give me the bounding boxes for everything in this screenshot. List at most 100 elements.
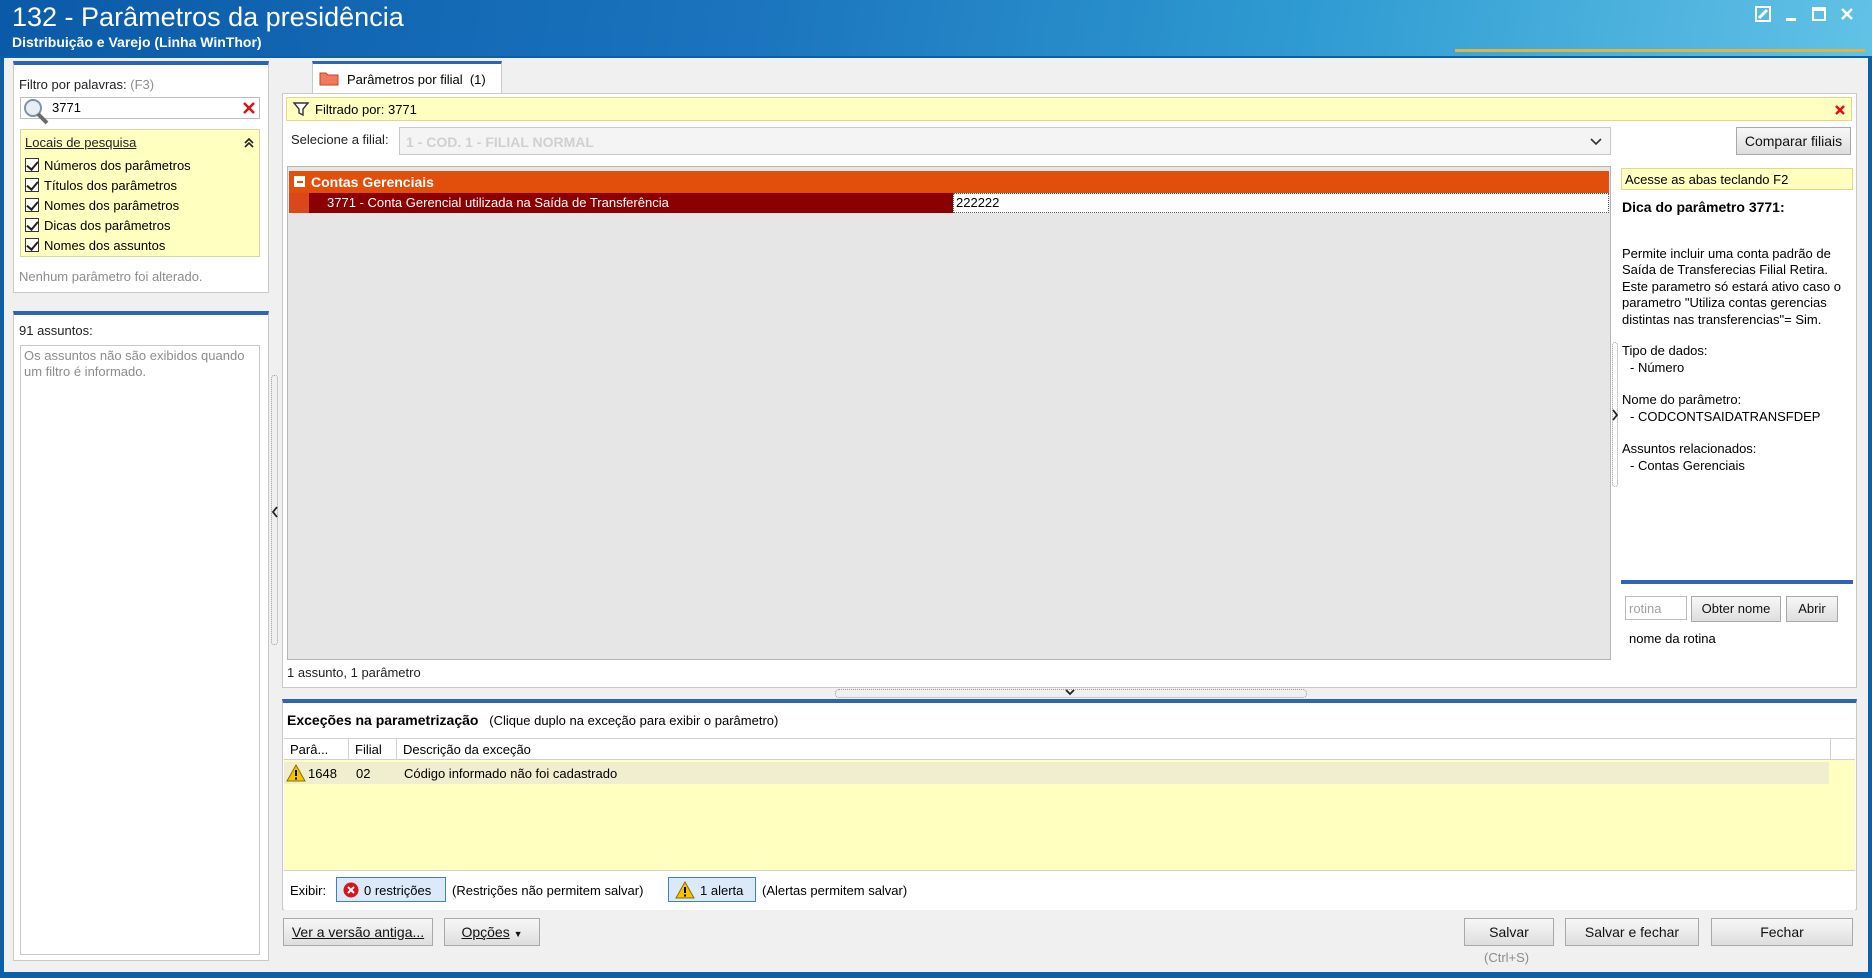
- tip-description: Permite incluir uma conta padrão de Saíd…: [1622, 245, 1841, 327]
- group-header[interactable]: Contas Gerenciais: [289, 171, 1609, 193]
- exceptions-table-body: 1648 02 Código informado não foi cadastr…: [284, 760, 1855, 870]
- tip-related-label: Assuntos relacionados:: [1622, 441, 1757, 456]
- save-and-close-button[interactable]: Salvar e fechar: [1565, 918, 1699, 946]
- tip-param-name-value: - CODCONTSAIDATRANSFDEP: [1630, 408, 1821, 424]
- search-places-list: Números dos parâmetros Títulos dos parâm…: [25, 155, 191, 255]
- dropdown-arrow-icon: ▼: [513, 929, 523, 939]
- restrictions-toggle-button[interactable]: 0 restrições: [336, 877, 446, 902]
- window-title: 132 - Parâmetros da presidência: [12, 2, 404, 32]
- option-parameter-names[interactable]: Nomes dos parâmetros: [25, 195, 191, 215]
- restrictions-note: (Restrições não permitem salvar): [452, 883, 644, 898]
- tip-hint-text: Acesse as abas teclando F2: [1625, 172, 1789, 187]
- alerts-note: (Alertas permitem salvar): [762, 883, 908, 898]
- exceptions-filter-bar: Exibir: 0 restrições (Restrições não per…: [284, 870, 1855, 910]
- funnel-icon: [293, 102, 309, 117]
- routine-box: rotina Obter nome Abrir nome da rotina: [1621, 580, 1853, 660]
- change-status-text: Nenhum parâmetro foi alterado.: [19, 269, 203, 284]
- error-icon: [343, 882, 359, 898]
- parameters-grid: Contas Gerenciais 3771 - Conta Gerencial…: [287, 166, 1611, 660]
- option-parameter-tips[interactable]: Dicas dos parâmetros: [25, 215, 191, 235]
- tip-data-type-value: - Número: [1630, 359, 1685, 375]
- minimize-icon[interactable]: [1778, 2, 1804, 26]
- parameter-row-label: 3771 - Conta Gerencial utilizada na Saíd…: [327, 195, 669, 210]
- filter-label: Filtro por palavras: (F3): [19, 77, 155, 92]
- option-subject-names[interactable]: Nomes dos assuntos: [25, 235, 191, 255]
- tab-label: Parâmetros por filial (1): [347, 72, 486, 87]
- save-shortcut-hint: (Ctrl+S): [1484, 950, 1530, 965]
- row-description: Código informado não foi cadastrado: [404, 766, 618, 781]
- alerts-toggle-button[interactable]: 1 alerta: [668, 877, 756, 902]
- column-header-description[interactable]: Descrição da exceção: [397, 739, 1831, 761]
- filter-search-input[interactable]: 3771: [20, 97, 260, 125]
- old-version-button[interactable]: Ver a versão antiga...: [283, 918, 433, 946]
- tip-param-name-label: Nome do parâmetro:: [1622, 392, 1742, 407]
- branch-select[interactable]: 1 - COD. 1 - FILIAL NORMAL: [399, 127, 1611, 155]
- filter-panel: Filtro por palavras: (F3) 3771 Locais de…: [13, 61, 269, 293]
- table-row[interactable]: 1648 02 Código informado não foi cadastr…: [284, 762, 1829, 784]
- option-parameter-numbers[interactable]: Números dos parâmetros: [25, 155, 191, 175]
- save-button[interactable]: Salvar: [1464, 918, 1554, 946]
- subjects-panel: 91 assuntos: Os assuntos não são exibido…: [13, 311, 269, 961]
- row-branch: 02: [356, 766, 371, 781]
- collapse-group-icon[interactable]: [294, 176, 305, 187]
- exceptions-header: Exceções na parametrização (Clique duplo…: [287, 712, 779, 728]
- row-param: 1648: [308, 766, 337, 781]
- chevron-right-icon[interactable]: [1611, 408, 1620, 422]
- option-parameter-titles[interactable]: Títulos dos parâmetros: [25, 175, 191, 195]
- subjects-count-label: 91 assuntos:: [19, 323, 93, 338]
- column-header-branch[interactable]: Filial: [349, 739, 397, 761]
- checkbox-icon: [25, 198, 39, 212]
- tip-related-value: - Contas Gerenciais: [1630, 457, 1745, 473]
- clear-filter-icon[interactable]: [242, 101, 256, 115]
- window-subtitle: Distribuição e Varejo (Linha WinThor): [12, 34, 262, 50]
- search-places-box: Locais de pesquisa Números dos parâmetro…: [20, 129, 260, 257]
- options-button[interactable]: Opções ▼: [444, 918, 540, 946]
- column-header-param[interactable]: Parâ...: [284, 739, 349, 761]
- chevron-left-icon[interactable]: [270, 505, 280, 519]
- checkbox-icon: [25, 218, 39, 232]
- open-routine-button[interactable]: Abrir: [1786, 596, 1838, 622]
- parameter-value-input[interactable]: 222222: [953, 193, 1609, 213]
- exceptions-panel: Exceções na parametrização (Clique duplo…: [282, 699, 1857, 910]
- filtered-text: Filtrado por: 3771: [315, 102, 417, 117]
- warning-icon: [286, 764, 306, 782]
- get-name-button[interactable]: Obter nome: [1691, 596, 1781, 622]
- branch-label: Selecione a filial:: [291, 132, 389, 147]
- tip-content: Dica do parâmetro 3771: Permite incluir …: [1622, 199, 1852, 474]
- warning-icon: [675, 881, 695, 899]
- compare-branches-button[interactable]: Comparar filiais: [1736, 127, 1851, 155]
- search-icon: [24, 99, 49, 125]
- tab-parameters-by-branch[interactable]: Parâmetros por filial (1): [312, 61, 502, 94]
- parameter-value: 222222: [956, 195, 1000, 210]
- checkbox-icon: [25, 158, 39, 172]
- checkbox-icon: [25, 238, 39, 252]
- maximize-icon[interactable]: [1806, 2, 1832, 26]
- subjects-list[interactable]: Os assuntos não são exibidos quando um f…: [20, 345, 260, 955]
- tip-title: Dica do parâmetro 3771:: [1622, 199, 1785, 215]
- exceptions-table-header: Parâ... Filial Descrição da exceção: [284, 738, 1855, 761]
- subjects-message: Os assuntos não são exibidos quando um f…: [24, 348, 245, 379]
- parameters-summary: 1 assunto, 1 parâmetro: [287, 665, 421, 680]
- clear-filtered-icon[interactable]: [1834, 104, 1846, 116]
- parameter-row-label-cell[interactable]: 3771 - Conta Gerencial utilizada na Saíd…: [309, 193, 973, 213]
- filter-input-value: 3771: [52, 100, 81, 115]
- filtered-bar: Filtrado por: 3771: [286, 97, 1852, 121]
- close-icon[interactable]: [1834, 2, 1860, 26]
- tip-data-type-label: Tipo de dados:: [1622, 343, 1708, 358]
- branch-select-value: 1 - COD. 1 - FILIAL NORMAL: [406, 134, 594, 150]
- group-title: Contas Gerenciais: [311, 174, 434, 190]
- chevron-down-icon[interactable]: [1064, 688, 1076, 697]
- folder-icon: [319, 72, 339, 86]
- collapse-icon[interactable]: [243, 137, 255, 149]
- chevron-down-icon: [1590, 138, 1602, 146]
- search-places-label: Locais de pesquisa: [25, 135, 137, 150]
- edit-icon[interactable]: [1750, 2, 1776, 26]
- routine-input[interactable]: rotina: [1625, 596, 1687, 620]
- tip-hint-bar: Acesse as abas teclando F2: [1621, 168, 1853, 190]
- routine-name-text: nome da rotina: [1629, 631, 1716, 646]
- title-bar: 132 - Parâmetros da presidência Distribu…: [0, 0, 1872, 56]
- checkbox-icon: [25, 178, 39, 192]
- title-accent-line: [1455, 49, 1865, 52]
- close-button[interactable]: Fechar: [1711, 918, 1853, 946]
- routine-placeholder: rotina: [1629, 601, 1662, 616]
